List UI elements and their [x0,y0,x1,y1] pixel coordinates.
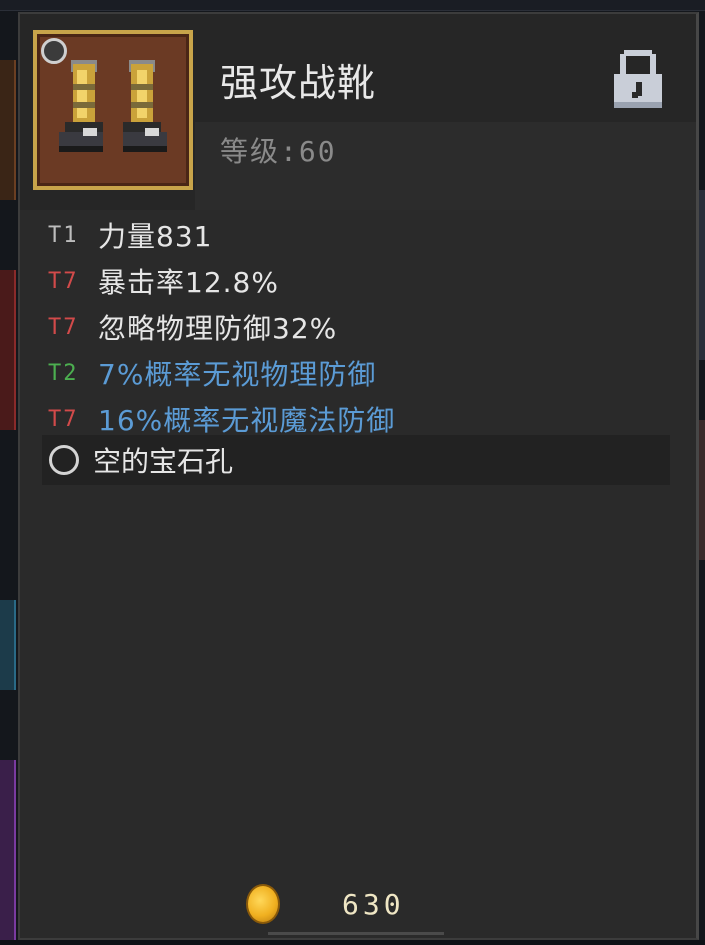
stat-text: 16%概率无视魔法防御 [98,404,396,437]
item-level: 等级:60 [220,135,337,168]
lock-button[interactable] [612,48,664,110]
stat-text: 7%概率无视物理防御 [98,358,377,391]
item-select-circle-icon[interactable] [41,38,67,64]
stat-tier: T1 [48,222,79,248]
panel-bottom-tab [268,932,444,945]
stat-list: T1 力量831 T7 暴击率12.8% T7 忽略物理防御32% T2 7%概… [48,212,678,442]
stat-text: 暴击率12.8% [98,266,279,299]
item-icon-frame[interactable] [33,30,193,190]
stat-tier: T7 [48,406,79,432]
price-value: 630 [342,887,405,921]
sell-price: 630 [246,884,405,924]
stat-text: 力量831 [98,220,213,253]
stat-row: T2 7%概率无视物理防御 [48,350,678,396]
stat-row: T7 暴击率12.8% [48,258,678,304]
stat-text: 忽略物理防御32% [98,312,338,345]
stat-tier: T7 [48,314,79,340]
background-slot [0,760,16,940]
stat-tier: T2 [48,360,79,386]
gold-coin-icon [246,884,280,924]
stat-row: T7 忽略物理防御32% [48,304,678,350]
item-tooltip-panel: 强攻战靴 等级:60 T1 力量831 T7 暴击率12.8% T7 忽略物理防… [18,12,699,940]
gem-socket-row[interactable]: 空的宝石孔 [42,435,670,485]
empty-socket-icon [49,445,79,475]
item-name: 强攻战靴 [220,61,377,105]
stat-row: T1 力量831 [48,212,678,258]
background-slot [0,270,16,430]
gem-socket-label: 空的宝石孔 [93,445,234,478]
padlock-icon [614,50,662,108]
background-slot [0,60,16,200]
top-hud-strip [0,0,705,11]
stat-tier: T7 [48,268,79,294]
background-slot [0,600,16,690]
